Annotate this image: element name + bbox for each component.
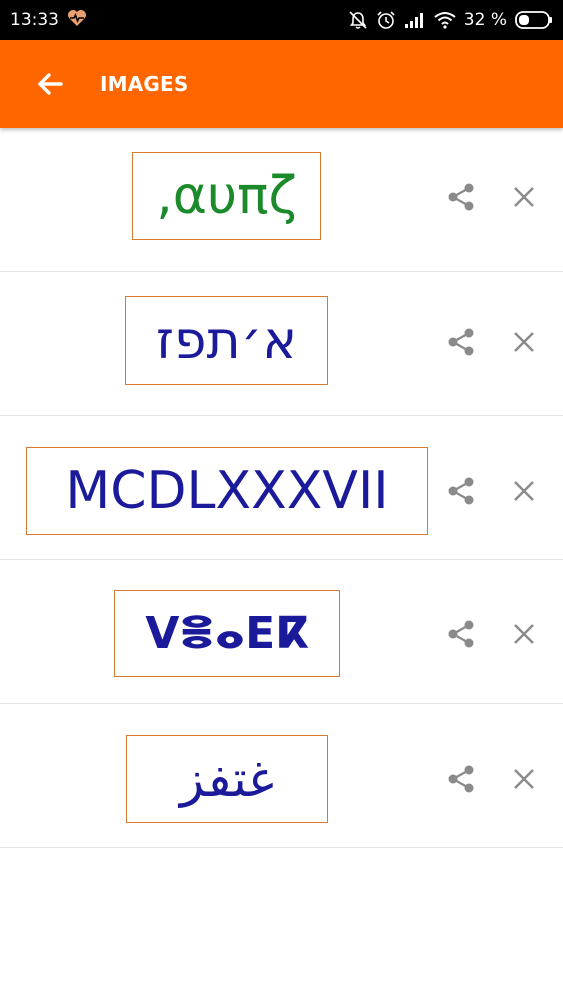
image-text: MCDLXXXVII — [65, 461, 389, 521]
list-item: MCDLXXXVII — [0, 416, 563, 560]
image-thumbnail[interactable]: ,αυπζ — [132, 152, 321, 240]
app-bar: IMAGES — [0, 40, 563, 128]
image-thumbnail[interactable]: ⴸⴻⴰⴹⴽ — [114, 590, 340, 677]
image-text: ⴸⴻⴰⴹⴽ — [145, 608, 309, 659]
alarm-off-icon — [348, 10, 368, 30]
list-item: غتفز — [0, 704, 563, 848]
close-icon[interactable] — [510, 477, 538, 505]
image-list: ,αυπζ א׳תפז MCDLXXXVII ⴸⴻⴰⴹⴽ غتفز — [0, 128, 563, 848]
list-item: ⴸⴻⴰⴹⴽ — [0, 560, 563, 704]
wifi-icon — [434, 11, 456, 29]
share-icon[interactable] — [444, 617, 478, 651]
battery-percent: 32 % — [463, 10, 507, 30]
close-icon[interactable] — [510, 183, 538, 211]
heart-pulse-icon — [67, 9, 87, 32]
image-text: א׳תפז — [155, 310, 298, 371]
close-icon[interactable] — [510, 328, 538, 356]
battery-icon — [515, 11, 553, 29]
page-title: IMAGES — [100, 72, 189, 96]
image-text: ,αυπζ — [156, 166, 297, 226]
image-thumbnail[interactable]: א׳תפז — [125, 296, 328, 385]
share-icon[interactable] — [444, 474, 478, 508]
signal-icon — [404, 12, 426, 28]
share-icon[interactable] — [444, 325, 478, 359]
image-thumbnail[interactable]: غتفز — [126, 735, 328, 823]
image-thumbnail[interactable]: MCDLXXXVII — [26, 447, 428, 535]
share-icon[interactable] — [444, 180, 478, 214]
status-bar: 13:33 32 % — [0, 0, 563, 40]
close-icon[interactable] — [510, 620, 538, 648]
arrow-back-icon[interactable] — [36, 70, 64, 98]
status-time: 13:33 — [10, 10, 59, 30]
share-icon[interactable] — [444, 762, 478, 796]
list-item: ,αυπζ — [0, 128, 563, 272]
alarm-clock-icon — [376, 10, 396, 30]
list-item: א׳תפז — [0, 272, 563, 416]
image-text: غتفز — [179, 750, 275, 808]
close-icon[interactable] — [510, 765, 538, 793]
